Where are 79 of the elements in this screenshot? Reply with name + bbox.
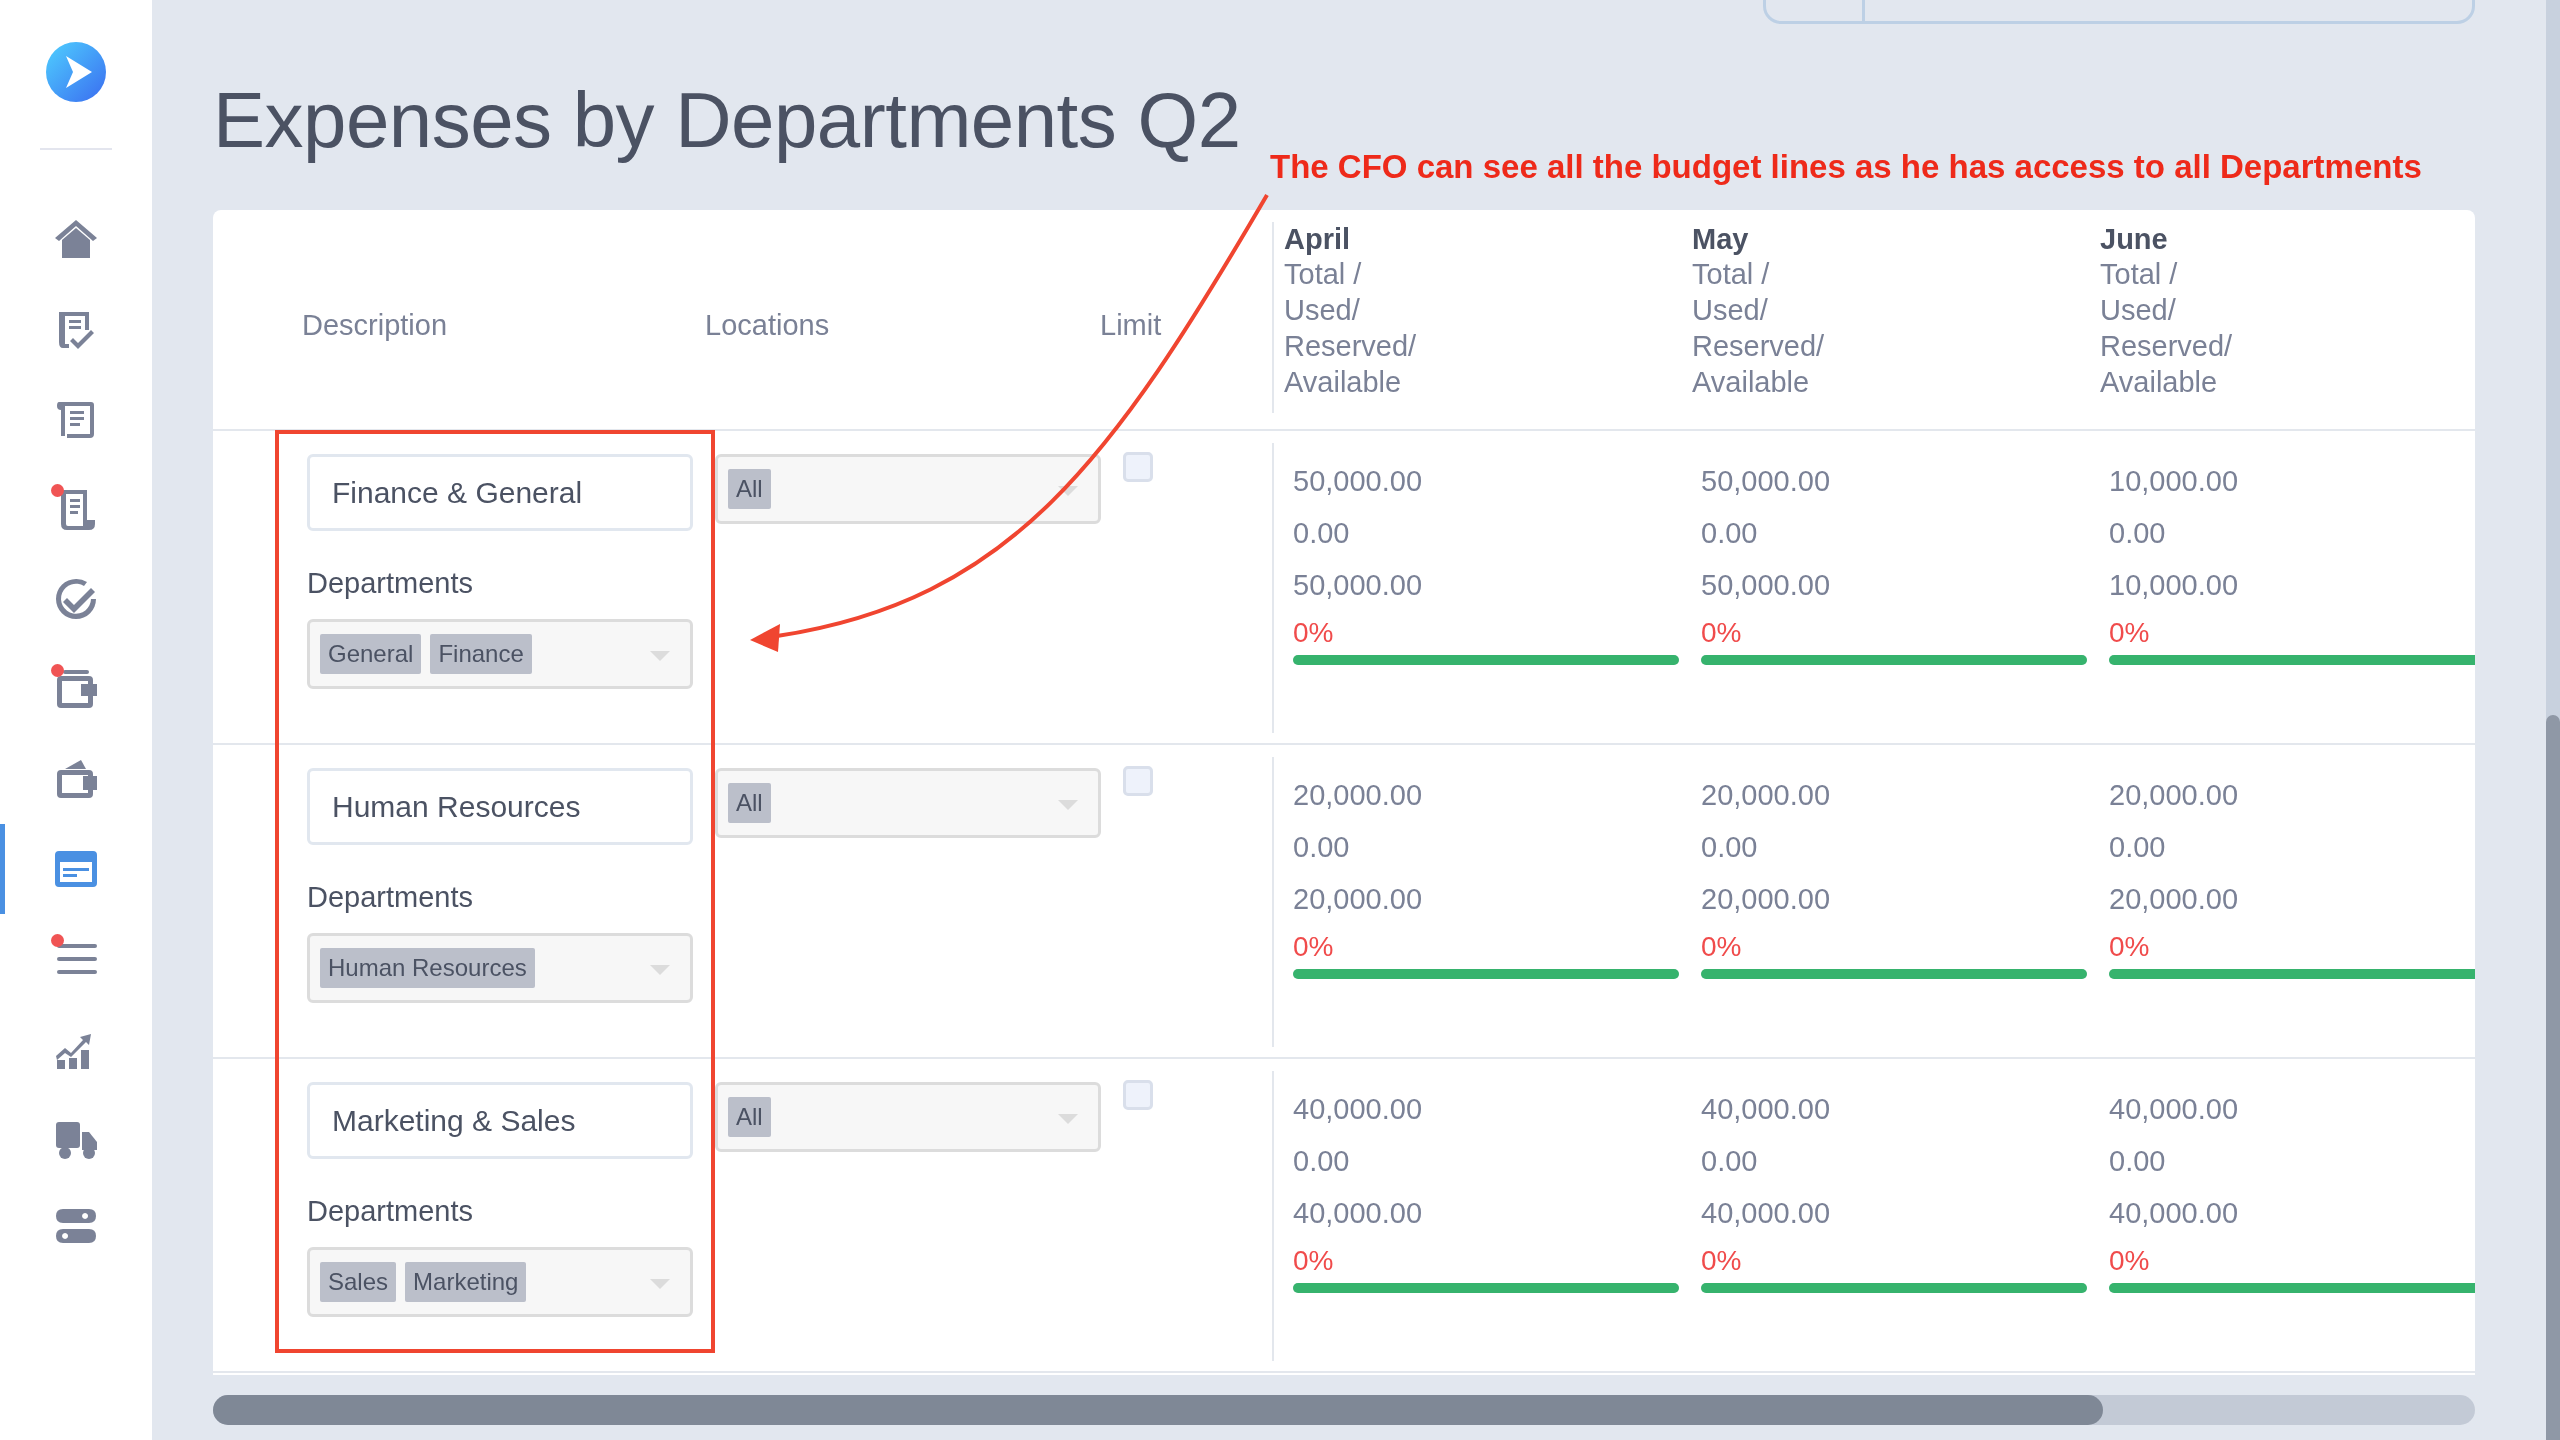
departments-select[interactable]: Human Resources (307, 933, 693, 1003)
department-tag: Finance (430, 634, 532, 674)
amount: 0.00 (1701, 1144, 1759, 1179)
description-field[interactable]: Marketing & Sales (307, 1082, 693, 1159)
amount: 20,000.00 (2109, 882, 2239, 917)
percent-used: 0% (1701, 616, 1743, 650)
scrollbar-thumb[interactable] (213, 1395, 2103, 1425)
field-label: Departments (307, 880, 474, 915)
caret-icon (650, 1279, 670, 1289)
amount: 20,000.00 (1293, 778, 1423, 813)
amount: 0.00 (1701, 516, 1759, 551)
limit-checkbox[interactable] (1123, 452, 1153, 482)
amount: 20,000.00 (1701, 778, 1831, 813)
column-header: Limit (1100, 309, 1162, 342)
caret-icon (1058, 486, 1078, 496)
departments-select[interactable]: Sales Marketing (307, 1247, 693, 1317)
caret-icon (1058, 800, 1078, 810)
percent-used: 0% (1701, 1244, 1743, 1278)
amount: 40,000.00 (1701, 1196, 1831, 1231)
amount: 40,000.00 (2109, 1092, 2239, 1127)
percent-used: 0% (2109, 1244, 2151, 1278)
limit-checkbox[interactable] (1123, 766, 1153, 796)
location-tag: All (728, 1097, 771, 1137)
description-field[interactable]: Human Resources (307, 768, 693, 845)
percent-used: 0% (1701, 930, 1743, 964)
month-header: April (1284, 222, 1352, 256)
month-subheader: Total / Used/ Reserved/ Available (2100, 257, 2234, 400)
limit-checkbox[interactable] (1123, 1080, 1153, 1110)
amount: 40,000.00 (1293, 1092, 1423, 1127)
page-title: Expenses by Departments Q2 (213, 75, 1241, 166)
amount: 10,000.00 (2109, 464, 2239, 499)
locations-select[interactable]: All (715, 768, 1101, 838)
amount: 20,000.00 (2109, 778, 2239, 813)
caret-icon (650, 651, 670, 661)
amount: 50,000.00 (1293, 464, 1423, 499)
column-header: Description (302, 309, 448, 342)
amount: 40,000.00 (1293, 1196, 1423, 1231)
department-tag: General (320, 634, 422, 674)
amount: 0.00 (2109, 1144, 2167, 1179)
amount: 20,000.00 (1701, 882, 1831, 917)
amount: 0.00 (1293, 830, 1351, 865)
locations-select[interactable]: All (715, 454, 1101, 524)
amount: 50,000.00 (1701, 464, 1831, 499)
amount: 50,000.00 (1293, 568, 1423, 603)
field-label: Departments (307, 1194, 474, 1229)
percent-used: 0% (1293, 1244, 1335, 1278)
month-header: June (2100, 222, 2169, 256)
amount: 0.00 (1293, 516, 1351, 551)
amount: 40,000.00 (1701, 1092, 1831, 1127)
annotation-text: The CFO can see all the budget lines as he has access to all Departments (1270, 148, 2422, 186)
description-field[interactable]: Finance & General (307, 454, 693, 531)
location-tag: All (728, 783, 771, 823)
field-label: Departments (307, 566, 474, 601)
month-subheader: Total / Used/ Reserved/ Available (1692, 257, 1826, 400)
department-tag: Marketing (405, 1262, 527, 1302)
amount: 50,000.00 (1701, 568, 1831, 603)
department-tag: Human Resources (320, 948, 535, 988)
scrollbar-thumb[interactable] (2546, 715, 2560, 1440)
amount: 0.00 (2109, 516, 2167, 551)
amount: 0.00 (1701, 830, 1759, 865)
percent-used: 0% (2109, 616, 2151, 650)
percent-used: 0% (1293, 930, 1335, 964)
amount: 40,000.00 (2109, 1196, 2239, 1231)
locations-select[interactable]: All (715, 1082, 1101, 1152)
department-tag: Sales (320, 1262, 397, 1302)
amount: 10,000.00 (2109, 568, 2239, 603)
logo-icon (46, 42, 106, 102)
amount: 0.00 (1293, 1144, 1351, 1179)
caret-icon (650, 965, 670, 975)
percent-used: 0% (2109, 930, 2151, 964)
amount: 0.00 (2109, 830, 2167, 865)
caret-icon (1058, 1114, 1078, 1124)
departments-select[interactable]: General Finance (307, 619, 693, 689)
location-tag: All (728, 469, 771, 509)
column-header: Locations (705, 309, 830, 342)
month-subheader: Total / Used/ Reserved/ Available (1284, 257, 1418, 400)
amount: 20,000.00 (1293, 882, 1423, 917)
month-header: May (1692, 222, 1750, 256)
percent-used: 0% (1293, 616, 1335, 650)
